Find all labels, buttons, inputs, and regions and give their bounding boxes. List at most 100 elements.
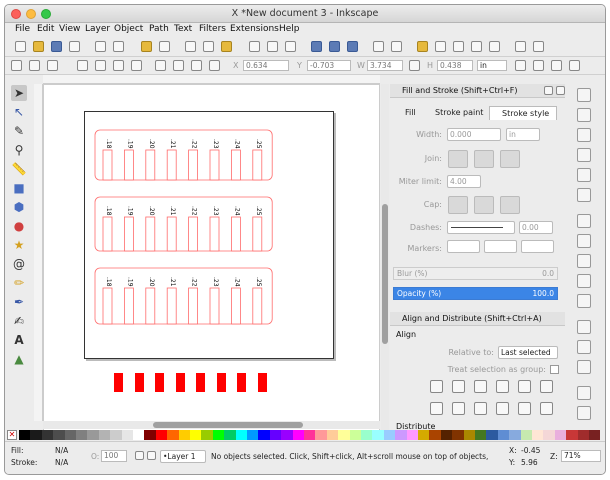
- color-swatch[interactable]: [247, 430, 259, 440]
- align-right-icon[interactable]: [496, 380, 509, 393]
- treat-as-group-checkbox[interactable]: [550, 365, 559, 374]
- duplicate-icon[interactable]: [311, 41, 322, 52]
- fill-stroke-dialog-icon[interactable]: [417, 41, 428, 52]
- flip-vertical-icon[interactable]: [131, 60, 142, 71]
- selector-tool-icon[interactable]: ➤: [11, 85, 27, 101]
- select-all-icon[interactable]: [11, 60, 22, 71]
- lower-bottom-icon[interactable]: [209, 60, 220, 71]
- color-swatch[interactable]: [315, 430, 327, 440]
- menu-file[interactable]: File: [15, 24, 30, 34]
- opacity-status-input[interactable]: 100: [101, 450, 127, 462]
- calligraphy-tool-icon[interactable]: ✍: [11, 313, 27, 329]
- clone-icon[interactable]: [329, 41, 340, 52]
- cap-round-button[interactable]: [474, 196, 494, 214]
- cap-square-button[interactable]: [500, 196, 520, 214]
- transform-gradients-icon[interactable]: [551, 60, 562, 71]
- join-round-button[interactable]: [474, 150, 494, 168]
- horizontal-scrollbar[interactable]: [43, 421, 380, 429]
- width-input[interactable]: 0.000: [447, 128, 501, 141]
- no-paint-swatch[interactable]: ✕: [7, 430, 17, 440]
- color-swatch[interactable]: [497, 430, 510, 440]
- snap-bbox-center-icon[interactable]: [577, 188, 591, 202]
- snap-bbox-icon[interactable]: [577, 108, 591, 122]
- lock-icon[interactable]: [409, 60, 420, 71]
- snap-grid-icon[interactable]: [577, 406, 591, 420]
- color-swatch[interactable]: [418, 430, 430, 440]
- panel-menu-icon[interactable]: [544, 86, 553, 95]
- color-swatch[interactable]: [110, 430, 122, 440]
- snap-line-midpoint-icon[interactable]: [577, 294, 591, 308]
- snap-rotation-center-icon[interactable]: [577, 340, 591, 354]
- width-unit-select[interactable]: in: [506, 128, 540, 141]
- align-dialog-icon[interactable]: [489, 41, 500, 52]
- color-swatch[interactable]: [475, 430, 487, 440]
- open-icon[interactable]: [33, 41, 44, 52]
- layers-dialog-icon[interactable]: [453, 41, 464, 52]
- tweak-tool-icon[interactable]: ✎: [11, 123, 27, 139]
- document-properties-icon[interactable]: [515, 41, 526, 52]
- ellipse-tool-icon[interactable]: ●: [11, 218, 27, 234]
- cut-icon[interactable]: [203, 41, 214, 52]
- redo-icon[interactable]: [159, 41, 170, 52]
- mid-marker-select[interactable]: [484, 240, 517, 253]
- text-tool-icon[interactable]: A: [11, 332, 27, 348]
- menu-view[interactable]: View: [59, 24, 80, 34]
- color-swatch[interactable]: [509, 430, 521, 440]
- color-swatch[interactable]: [429, 430, 441, 440]
- zoom-tool-icon[interactable]: ⚲: [11, 142, 27, 158]
- blur-slider[interactable]: Blur (%) 0.0: [393, 267, 558, 280]
- group-icon[interactable]: [373, 41, 384, 52]
- color-swatch[interactable]: [167, 430, 179, 440]
- menu-filters[interactable]: Filters: [199, 24, 226, 34]
- snap-intersection-icon[interactable]: [577, 254, 591, 268]
- color-swatch[interactable]: [19, 430, 31, 440]
- preferences-icon[interactable]: [533, 41, 544, 52]
- scale-stroke-icon[interactable]: [515, 60, 526, 71]
- new-document-icon[interactable]: [15, 41, 26, 52]
- print-icon[interactable]: [69, 41, 80, 52]
- snap-text-baseline-icon[interactable]: [577, 360, 591, 374]
- color-swatch[interactable]: [121, 430, 133, 440]
- color-swatch[interactable]: [98, 430, 111, 440]
- color-swatch[interactable]: [577, 430, 589, 440]
- color-swatch[interactable]: [440, 430, 453, 440]
- menu-path[interactable]: Path: [149, 24, 169, 34]
- box-3d-tool-icon[interactable]: ⬢: [11, 199, 27, 215]
- node-tool-icon[interactable]: ↖: [11, 104, 27, 120]
- x-input[interactable]: 0.634: [243, 60, 289, 71]
- color-swatch[interactable]: [292, 430, 304, 440]
- menu-layer[interactable]: Layer: [85, 24, 110, 34]
- align-left-to-right-icon[interactable]: [518, 380, 531, 393]
- color-swatch[interactable]: [133, 430, 145, 440]
- transform-patterns-icon[interactable]: [569, 60, 580, 71]
- paste-icon[interactable]: [221, 41, 232, 52]
- end-marker-select[interactable]: [521, 240, 554, 253]
- import-icon[interactable]: [95, 41, 106, 52]
- vertical-scroll-thumb[interactable]: [382, 204, 388, 344]
- tab-fill[interactable]: Fill: [393, 106, 423, 120]
- menu-text[interactable]: Text: [174, 24, 192, 34]
- menu-object[interactable]: Object: [114, 24, 143, 34]
- menu-extensions[interactable]: Extensions: [230, 24, 279, 34]
- color-swatch[interactable]: [532, 430, 544, 440]
- h-input[interactable]: 0.438: [437, 60, 473, 71]
- color-swatch[interactable]: [520, 430, 532, 440]
- color-swatch[interactable]: [53, 430, 65, 440]
- color-swatch[interactable]: [372, 430, 384, 440]
- red-block[interactable]: [257, 373, 267, 392]
- color-swatch[interactable]: [281, 430, 293, 440]
- unit-select[interactable]: in: [477, 60, 507, 71]
- raise-icon[interactable]: [173, 60, 184, 71]
- snap-page-border-icon[interactable]: [577, 386, 591, 400]
- rectangle-tool-icon[interactable]: ■: [11, 180, 27, 196]
- align-top-icon[interactable]: [452, 402, 465, 415]
- color-swatch[interactable]: [155, 430, 168, 440]
- red-block[interactable]: [237, 373, 246, 392]
- pencil-tool-icon[interactable]: ✏: [11, 275, 27, 291]
- color-swatch[interactable]: [383, 430, 396, 440]
- red-block[interactable]: [155, 373, 164, 392]
- color-swatch[interactable]: [201, 430, 213, 440]
- deselect-icon[interactable]: [47, 60, 58, 71]
- zoom-page-icon[interactable]: [285, 41, 296, 52]
- pen-tool-icon[interactable]: ✒: [11, 294, 27, 310]
